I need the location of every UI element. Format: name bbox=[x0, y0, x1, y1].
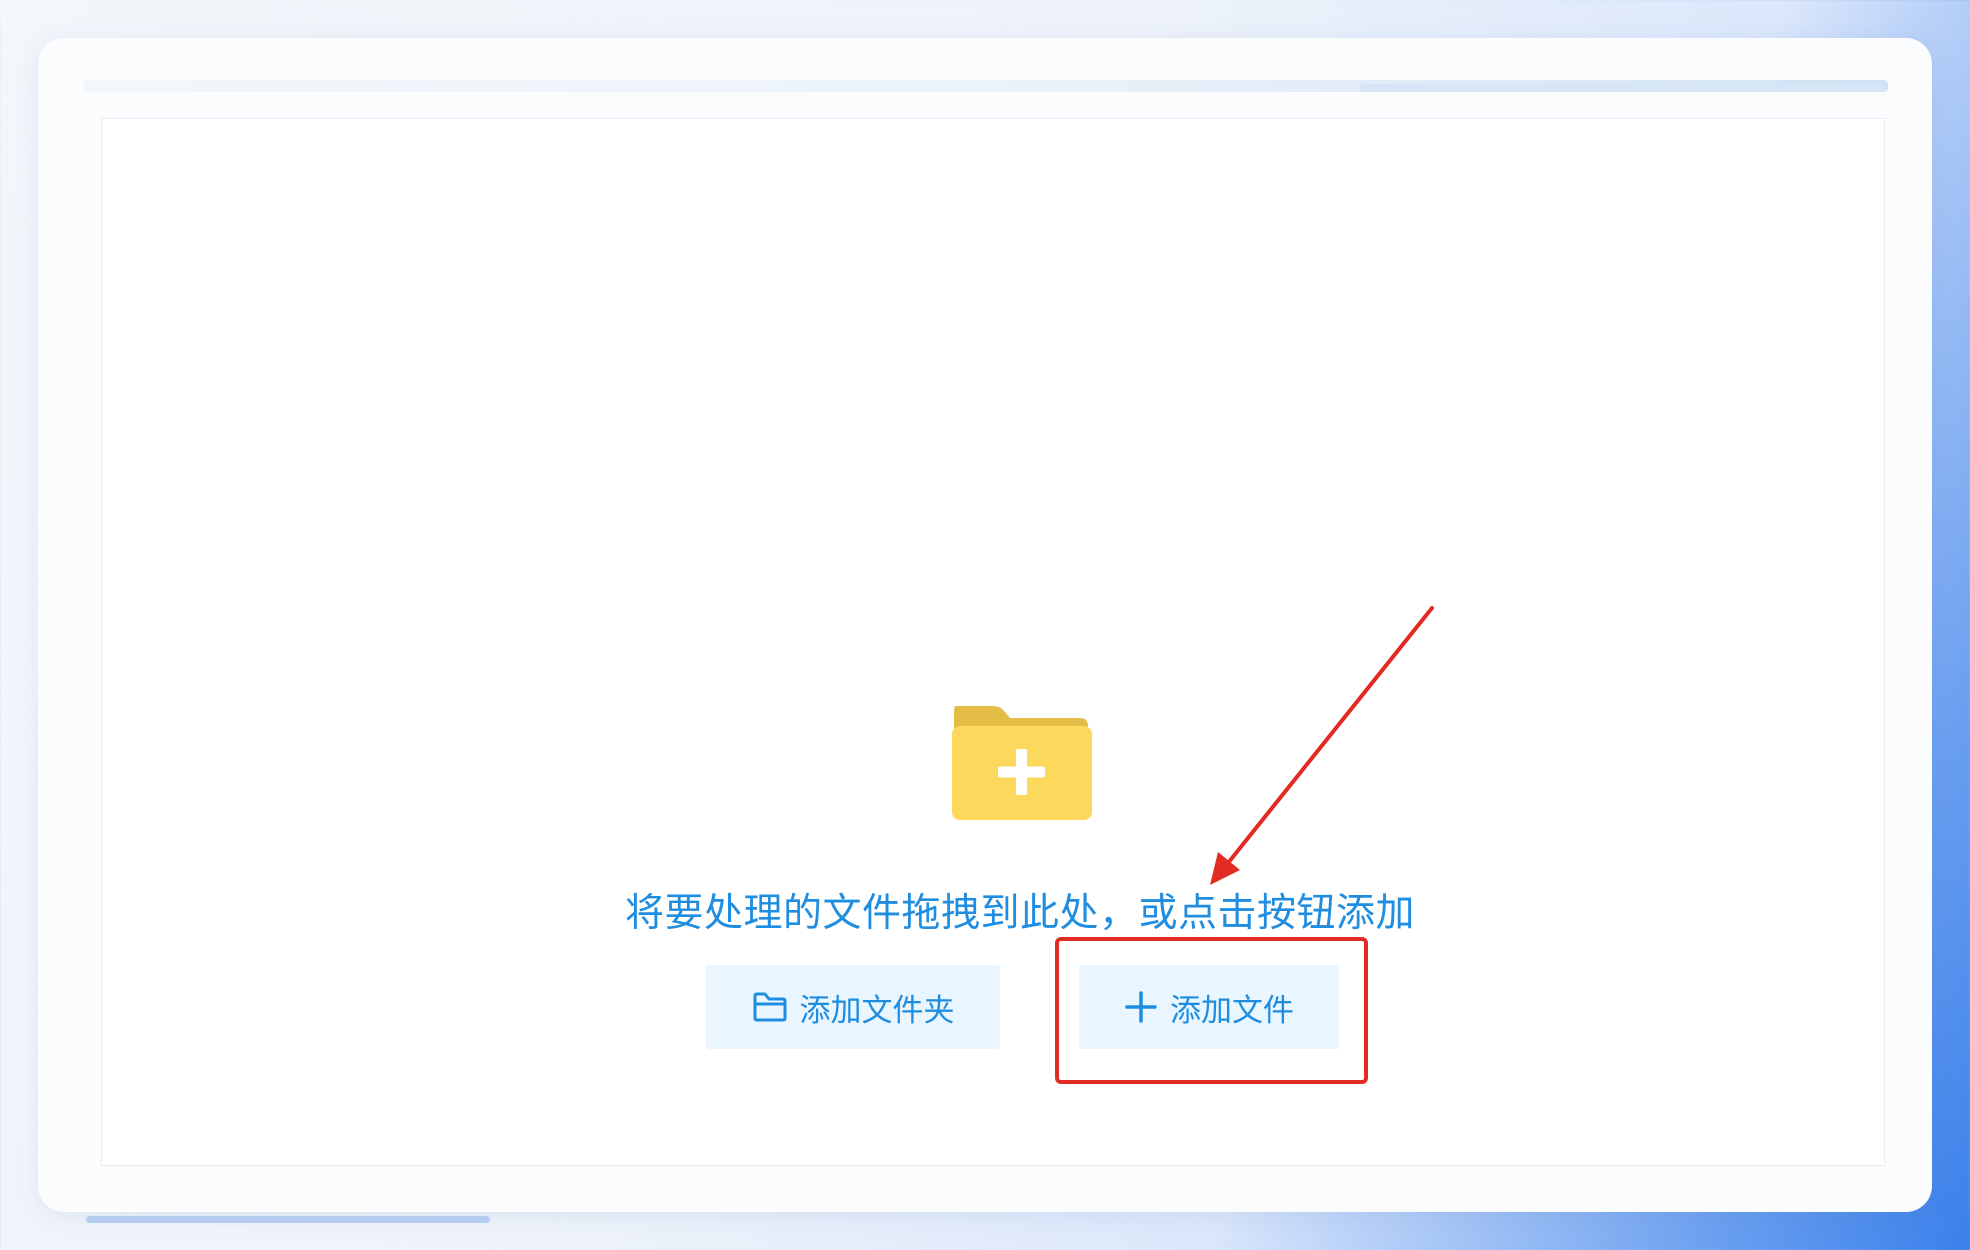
add-folder-label: 添加文件夹 bbox=[799, 992, 955, 1029]
horizontal-scrollbar[interactable] bbox=[86, 1216, 490, 1223]
add-folder-button[interactable]: 添加文件夹 bbox=[706, 965, 1000, 1049]
top-toolbar-segment bbox=[1682, 84, 1884, 92]
annotation-highlight-box bbox=[1055, 937, 1368, 1084]
folder-outline-icon bbox=[753, 992, 786, 1022]
top-toolbar-segment bbox=[1360, 84, 1656, 92]
folder-plus-icon[interactable] bbox=[950, 706, 1092, 820]
drop-hint-text: 将要处理的文件拖拽到此处，或点击按钮添加 bbox=[624, 891, 1415, 936]
